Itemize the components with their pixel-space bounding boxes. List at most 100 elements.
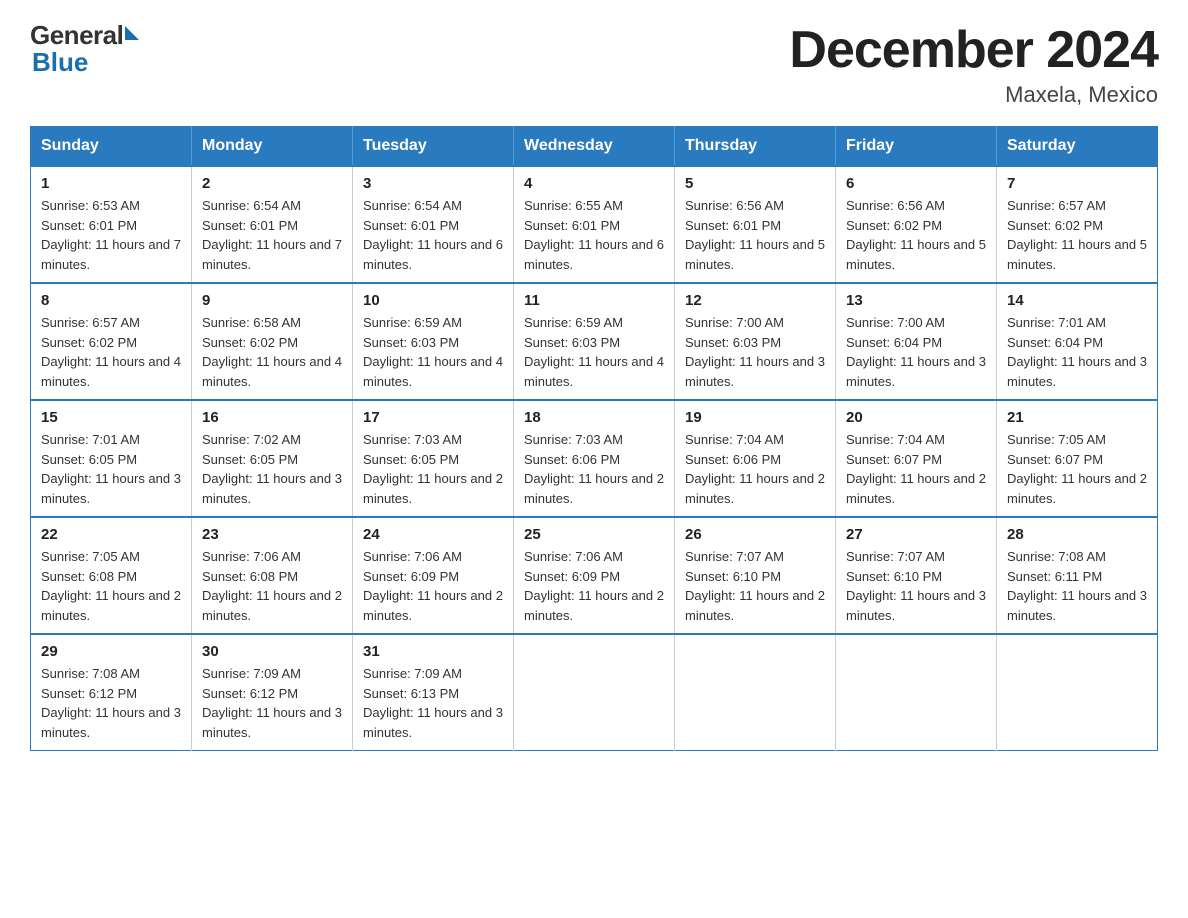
calendar-day-cell: 18 Sunrise: 7:03 AM Sunset: 6:06 PM Dayl… (514, 400, 675, 517)
day-info: Sunrise: 6:59 AM Sunset: 6:03 PM Dayligh… (524, 313, 664, 391)
day-number: 4 (524, 175, 664, 192)
calendar-day-cell: 11 Sunrise: 6:59 AM Sunset: 6:03 PM Dayl… (514, 283, 675, 400)
day-info: Sunrise: 6:57 AM Sunset: 6:02 PM Dayligh… (1007, 196, 1147, 274)
day-of-week-header: Tuesday (353, 127, 514, 167)
day-number: 27 (846, 526, 986, 543)
day-number: 2 (202, 175, 342, 192)
day-info: Sunrise: 7:03 AM Sunset: 6:06 PM Dayligh… (524, 430, 664, 508)
calendar-day-cell: 16 Sunrise: 7:02 AM Sunset: 6:05 PM Dayl… (192, 400, 353, 517)
day-of-week-header: Wednesday (514, 127, 675, 167)
day-number: 18 (524, 409, 664, 426)
day-number: 5 (685, 175, 825, 192)
day-info: Sunrise: 7:01 AM Sunset: 6:05 PM Dayligh… (41, 430, 181, 508)
calendar-day-cell: 26 Sunrise: 7:07 AM Sunset: 6:10 PM Dayl… (675, 517, 836, 634)
day-of-week-header: Friday (836, 127, 997, 167)
page-subtitle: Maxela, Mexico (789, 82, 1158, 108)
calendar-day-cell: 30 Sunrise: 7:09 AM Sunset: 6:12 PM Dayl… (192, 634, 353, 751)
day-number: 29 (41, 643, 181, 660)
day-info: Sunrise: 7:07 AM Sunset: 6:10 PM Dayligh… (846, 547, 986, 625)
calendar-day-cell: 25 Sunrise: 7:06 AM Sunset: 6:09 PM Dayl… (514, 517, 675, 634)
calendar-day-cell: 3 Sunrise: 6:54 AM Sunset: 6:01 PM Dayli… (353, 166, 514, 283)
day-info: Sunrise: 7:09 AM Sunset: 6:13 PM Dayligh… (363, 664, 503, 742)
day-number: 23 (202, 526, 342, 543)
day-info: Sunrise: 7:05 AM Sunset: 6:08 PM Dayligh… (41, 547, 181, 625)
days-of-week-row: SundayMondayTuesdayWednesdayThursdayFrid… (31, 127, 1158, 167)
day-info: Sunrise: 6:54 AM Sunset: 6:01 PM Dayligh… (363, 196, 503, 274)
day-number: 21 (1007, 409, 1147, 426)
logo-arrow-icon (125, 26, 139, 40)
calendar-day-cell: 15 Sunrise: 7:01 AM Sunset: 6:05 PM Dayl… (31, 400, 192, 517)
day-info: Sunrise: 6:53 AM Sunset: 6:01 PM Dayligh… (41, 196, 181, 274)
calendar-day-cell (675, 634, 836, 751)
page-title: December 2024 (789, 20, 1158, 80)
calendar-day-cell: 19 Sunrise: 7:04 AM Sunset: 6:06 PM Dayl… (675, 400, 836, 517)
calendar-day-cell: 22 Sunrise: 7:05 AM Sunset: 6:08 PM Dayl… (31, 517, 192, 634)
calendar-day-cell (514, 634, 675, 751)
day-number: 16 (202, 409, 342, 426)
calendar-day-cell: 13 Sunrise: 7:00 AM Sunset: 6:04 PM Dayl… (836, 283, 997, 400)
day-info: Sunrise: 7:02 AM Sunset: 6:05 PM Dayligh… (202, 430, 342, 508)
calendar-day-cell: 17 Sunrise: 7:03 AM Sunset: 6:05 PM Dayl… (353, 400, 514, 517)
day-of-week-header: Monday (192, 127, 353, 167)
logo-blue-text: Blue (32, 47, 88, 78)
day-number: 13 (846, 292, 986, 309)
calendar-week-row: 15 Sunrise: 7:01 AM Sunset: 6:05 PM Dayl… (31, 400, 1158, 517)
calendar-week-row: 29 Sunrise: 7:08 AM Sunset: 6:12 PM Dayl… (31, 634, 1158, 751)
day-info: Sunrise: 7:00 AM Sunset: 6:03 PM Dayligh… (685, 313, 825, 391)
day-info: Sunrise: 7:09 AM Sunset: 6:12 PM Dayligh… (202, 664, 342, 742)
calendar-week-row: 22 Sunrise: 7:05 AM Sunset: 6:08 PM Dayl… (31, 517, 1158, 634)
calendar-day-cell: 9 Sunrise: 6:58 AM Sunset: 6:02 PM Dayli… (192, 283, 353, 400)
calendar-day-cell: 1 Sunrise: 6:53 AM Sunset: 6:01 PM Dayli… (31, 166, 192, 283)
day-number: 3 (363, 175, 503, 192)
calendar-day-cell: 6 Sunrise: 6:56 AM Sunset: 6:02 PM Dayli… (836, 166, 997, 283)
day-number: 1 (41, 175, 181, 192)
calendar-day-cell: 29 Sunrise: 7:08 AM Sunset: 6:12 PM Dayl… (31, 634, 192, 751)
calendar-week-row: 8 Sunrise: 6:57 AM Sunset: 6:02 PM Dayli… (31, 283, 1158, 400)
calendar-day-cell: 23 Sunrise: 7:06 AM Sunset: 6:08 PM Dayl… (192, 517, 353, 634)
day-info: Sunrise: 7:03 AM Sunset: 6:05 PM Dayligh… (363, 430, 503, 508)
title-block: December 2024 Maxela, Mexico (789, 20, 1158, 108)
day-info: Sunrise: 7:04 AM Sunset: 6:06 PM Dayligh… (685, 430, 825, 508)
day-number: 14 (1007, 292, 1147, 309)
day-info: Sunrise: 7:07 AM Sunset: 6:10 PM Dayligh… (685, 547, 825, 625)
day-of-week-header: Saturday (997, 127, 1158, 167)
day-info: Sunrise: 6:56 AM Sunset: 6:02 PM Dayligh… (846, 196, 986, 274)
day-number: 15 (41, 409, 181, 426)
day-number: 31 (363, 643, 503, 660)
day-number: 24 (363, 526, 503, 543)
day-info: Sunrise: 7:08 AM Sunset: 6:12 PM Dayligh… (41, 664, 181, 742)
day-number: 6 (846, 175, 986, 192)
day-number: 8 (41, 292, 181, 309)
calendar-day-cell: 7 Sunrise: 6:57 AM Sunset: 6:02 PM Dayli… (997, 166, 1158, 283)
calendar-day-cell (836, 634, 997, 751)
day-info: Sunrise: 6:58 AM Sunset: 6:02 PM Dayligh… (202, 313, 342, 391)
day-number: 7 (1007, 175, 1147, 192)
day-of-week-header: Sunday (31, 127, 192, 167)
day-info: Sunrise: 7:04 AM Sunset: 6:07 PM Dayligh… (846, 430, 986, 508)
calendar-day-cell: 21 Sunrise: 7:05 AM Sunset: 6:07 PM Dayl… (997, 400, 1158, 517)
calendar-day-cell: 8 Sunrise: 6:57 AM Sunset: 6:02 PM Dayli… (31, 283, 192, 400)
day-info: Sunrise: 6:56 AM Sunset: 6:01 PM Dayligh… (685, 196, 825, 274)
day-number: 17 (363, 409, 503, 426)
calendar-header: SundayMondayTuesdayWednesdayThursdayFrid… (31, 127, 1158, 167)
page-header: General Blue December 2024 Maxela, Mexic… (30, 20, 1158, 108)
calendar-day-cell: 24 Sunrise: 7:06 AM Sunset: 6:09 PM Dayl… (353, 517, 514, 634)
calendar-day-cell: 27 Sunrise: 7:07 AM Sunset: 6:10 PM Dayl… (836, 517, 997, 634)
day-info: Sunrise: 6:55 AM Sunset: 6:01 PM Dayligh… (524, 196, 664, 274)
day-info: Sunrise: 7:00 AM Sunset: 6:04 PM Dayligh… (846, 313, 986, 391)
calendar-day-cell: 4 Sunrise: 6:55 AM Sunset: 6:01 PM Dayli… (514, 166, 675, 283)
day-number: 19 (685, 409, 825, 426)
day-number: 26 (685, 526, 825, 543)
calendar-day-cell: 14 Sunrise: 7:01 AM Sunset: 6:04 PM Dayl… (997, 283, 1158, 400)
day-number: 25 (524, 526, 664, 543)
day-number: 28 (1007, 526, 1147, 543)
day-number: 9 (202, 292, 342, 309)
day-of-week-header: Thursday (675, 127, 836, 167)
day-number: 30 (202, 643, 342, 660)
calendar-day-cell: 10 Sunrise: 6:59 AM Sunset: 6:03 PM Dayl… (353, 283, 514, 400)
calendar-day-cell: 12 Sunrise: 7:00 AM Sunset: 6:03 PM Dayl… (675, 283, 836, 400)
day-info: Sunrise: 6:59 AM Sunset: 6:03 PM Dayligh… (363, 313, 503, 391)
calendar-day-cell: 5 Sunrise: 6:56 AM Sunset: 6:01 PM Dayli… (675, 166, 836, 283)
day-info: Sunrise: 7:08 AM Sunset: 6:11 PM Dayligh… (1007, 547, 1147, 625)
calendar-week-row: 1 Sunrise: 6:53 AM Sunset: 6:01 PM Dayli… (31, 166, 1158, 283)
